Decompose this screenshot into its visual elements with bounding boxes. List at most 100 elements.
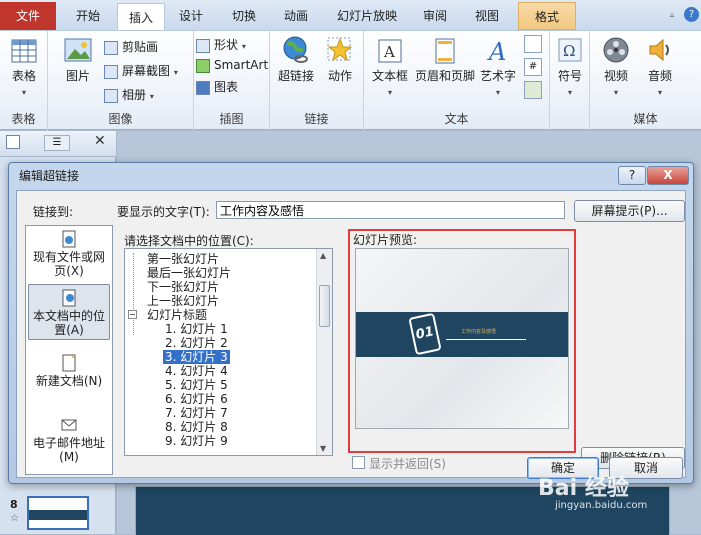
group-label-text: 文本 bbox=[444, 112, 469, 126]
globe-file-icon bbox=[60, 230, 78, 248]
show-return-checkbox[interactable] bbox=[352, 456, 365, 469]
collapse-toggle-icon[interactable]: − bbox=[128, 310, 137, 319]
screenshot-icon bbox=[104, 64, 118, 79]
tree-item[interactable]: 8. 幻灯片 8 bbox=[165, 420, 228, 434]
document-place-icon bbox=[60, 289, 78, 307]
document-place-tree: 第一张幻灯片 最后一张幻灯片 下一张幻灯片 上一张幻灯片 − 幻灯片标题 1. … bbox=[124, 248, 333, 456]
scroll-up-icon[interactable]: ▲ bbox=[320, 251, 326, 260]
screentip-button[interactable]: 屏幕提示(P)... bbox=[574, 200, 685, 222]
shapes-icon bbox=[196, 38, 210, 53]
tree-item[interactable]: 2. 幻灯片 2 bbox=[165, 336, 228, 350]
tab-slideshow[interactable]: 幻灯片放映 bbox=[327, 2, 407, 30]
tree-item[interactable]: 幻灯片标题 bbox=[147, 308, 207, 322]
group-images: 图片 剪贴画 屏幕截图 ▾ 相册 ▾ 图像 bbox=[48, 31, 194, 131]
dialog-close-button[interactable]: X bbox=[647, 166, 689, 185]
chart-button[interactable]: 图表 bbox=[196, 77, 238, 97]
link-to-new-document-label: 新建文档(N) bbox=[35, 374, 103, 388]
album-label: 相册 bbox=[122, 88, 147, 102]
hyperlink-label: 超链接 bbox=[277, 69, 314, 83]
link-to-new-document[interactable]: 新建文档(N) bbox=[28, 354, 110, 394]
slide-number-icon[interactable]: # bbox=[524, 58, 542, 76]
tree-item[interactable]: 7. 幻灯片 7 bbox=[165, 406, 228, 420]
tab-home[interactable]: 开始 bbox=[62, 2, 114, 30]
tab-insert[interactable]: 插入 bbox=[117, 3, 165, 31]
scroll-down-icon[interactable]: ▼ bbox=[320, 444, 326, 453]
help-icon[interactable]: ? bbox=[684, 7, 699, 22]
slides-tab-icon[interactable] bbox=[6, 135, 20, 149]
tree-scrollbar[interactable]: ▲ ▼ bbox=[316, 249, 332, 455]
tab-view[interactable]: 视图 bbox=[462, 2, 512, 30]
group-table: 表格 ▾ 表格 bbox=[0, 31, 48, 131]
album-icon bbox=[104, 88, 118, 103]
ribbon-collapse-icon[interactable]: ▵ bbox=[670, 10, 674, 19]
link-to-existing-file[interactable]: 现有文件或网页(X) bbox=[28, 230, 110, 278]
picture-icon bbox=[64, 38, 92, 62]
smartart-button[interactable]: SmartArt bbox=[196, 55, 268, 75]
preview-title: 工作内容及感悟 bbox=[461, 329, 497, 335]
wordart-button[interactable]: A 艺术字 ▾ bbox=[478, 37, 518, 98]
tree-item-selected[interactable]: 3. 幻灯片 3 bbox=[163, 350, 230, 364]
header-footer-button[interactable]: 页眉和页脚 bbox=[414, 37, 476, 84]
chart-icon bbox=[196, 80, 210, 95]
scroll-thumb[interactable] bbox=[319, 285, 330, 327]
header-footer-icon bbox=[435, 38, 455, 64]
baidu-watermark-url: jingyan.baidu.com bbox=[555, 500, 648, 511]
album-button[interactable]: 相册 ▾ bbox=[104, 85, 154, 105]
shapes-label: 形状 bbox=[214, 38, 239, 52]
show-return-label: 显示并返回(S) bbox=[369, 457, 446, 471]
display-text-input[interactable] bbox=[216, 201, 565, 219]
film-reel-icon bbox=[603, 37, 629, 63]
table-button-label: 表格 bbox=[11, 69, 36, 83]
close-panel-icon[interactable]: ✕ bbox=[94, 133, 106, 149]
tree-item[interactable]: 下一张幻灯片 bbox=[147, 280, 219, 294]
star-icon: ☆ bbox=[10, 513, 19, 524]
textbox-button[interactable]: A 文本框 ▾ bbox=[368, 37, 412, 98]
hyperlink-button[interactable]: 超链接 bbox=[276, 35, 316, 84]
picture-button[interactable]: 图片 bbox=[56, 37, 100, 84]
group-illustrations: 形状 ▾ SmartArt 图表 插图 bbox=[194, 31, 270, 131]
tab-transitions[interactable]: 切换 bbox=[220, 2, 268, 30]
smartart-label: SmartArt bbox=[214, 58, 269, 72]
tab-format[interactable]: 格式 bbox=[518, 2, 576, 30]
slides-panel-header: ☰ ✕ bbox=[0, 131, 116, 157]
tree-item[interactable]: 上一张幻灯片 bbox=[147, 294, 219, 308]
tree-item[interactable]: 4. 幻灯片 4 bbox=[165, 364, 228, 378]
video-label: 视频 bbox=[603, 69, 628, 83]
slide-thumbnail-8[interactable] bbox=[27, 496, 89, 530]
select-place-label: 请选择文档中的位置(C): bbox=[124, 234, 254, 248]
group-text: A 文本框 ▾ 页眉和页脚 A 艺术字 ▾ # 文本 bbox=[364, 31, 550, 131]
omega-icon: Ω bbox=[558, 38, 582, 62]
tab-review[interactable]: 审阅 bbox=[412, 2, 458, 30]
video-button[interactable]: 视频 ▾ bbox=[596, 35, 636, 98]
link-to-email[interactable]: 电子邮件地址(M) bbox=[28, 416, 110, 466]
symbol-button[interactable]: Ω 符号 ▾ bbox=[552, 37, 588, 98]
screenshot-button[interactable]: 屏幕截图 ▾ bbox=[104, 61, 178, 81]
table-button[interactable]: 表格 ▾ bbox=[6, 37, 42, 98]
slide-number: 8 bbox=[10, 498, 18, 511]
tree-item[interactable]: 9. 幻灯片 9 bbox=[165, 434, 228, 448]
tab-design[interactable]: 设计 bbox=[168, 2, 214, 30]
tree-item[interactable]: 5. 幻灯片 5 bbox=[165, 378, 228, 392]
wordart-label: 艺术字 bbox=[479, 69, 516, 83]
tree-item[interactable]: 最后一张幻灯片 bbox=[147, 266, 231, 280]
display-text-label: 要显示的文字(T): bbox=[117, 205, 210, 219]
link-to-place-in-document[interactable]: 本文档中的位置(A) bbox=[28, 284, 110, 340]
tree-item[interactable]: 1. 幻灯片 1 bbox=[165, 322, 228, 336]
email-icon bbox=[60, 416, 78, 434]
tree-item[interactable]: 6. 幻灯片 6 bbox=[165, 392, 228, 406]
svg-text:A: A bbox=[383, 43, 395, 61]
dialog-title: 编辑超链接 bbox=[19, 169, 80, 183]
action-button[interactable]: 动作 bbox=[322, 35, 358, 84]
shapes-button[interactable]: 形状 ▾ bbox=[196, 35, 246, 55]
dialog-help-button[interactable]: ? bbox=[618, 166, 646, 185]
audio-button[interactable]: 音频 ▾ bbox=[640, 35, 680, 98]
tab-animations[interactable]: 动画 bbox=[272, 2, 320, 30]
tree-item[interactable]: 第一张幻灯片 bbox=[147, 252, 219, 266]
date-time-icon[interactable] bbox=[524, 35, 542, 53]
object-icon[interactable] bbox=[524, 81, 542, 99]
group-symbols: Ω 符号 ▾ bbox=[550, 31, 590, 131]
clipart-button[interactable]: 剪贴画 bbox=[104, 37, 158, 57]
smartart-icon bbox=[196, 58, 210, 73]
tab-file[interactable]: 文件 bbox=[0, 2, 56, 30]
outline-tab-icon[interactable]: ☰ bbox=[44, 135, 70, 151]
